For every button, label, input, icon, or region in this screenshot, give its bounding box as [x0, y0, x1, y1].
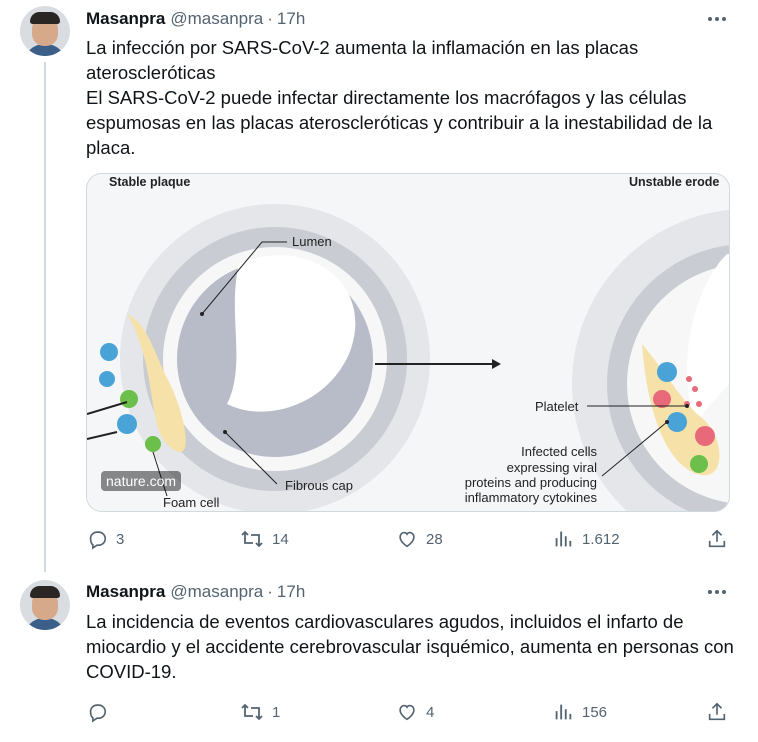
- retweet-count: 1: [272, 703, 281, 721]
- views-count: 156: [582, 703, 608, 721]
- reply-icon: [89, 531, 107, 550]
- views-count: 1.612: [582, 530, 620, 548]
- label-fibrous-cap: Fibrous cap: [285, 478, 353, 493]
- label-foam-cell: Foam cell: [163, 495, 219, 510]
- share-icon: [708, 702, 726, 721]
- author-handle[interactable]: @masanpra: [170, 9, 263, 29]
- share-icon: [708, 529, 726, 548]
- bar-chart-icon: [555, 704, 572, 720]
- views-button[interactable]: 1.612: [552, 527, 620, 551]
- author-name[interactable]: Masanpra: [86, 582, 165, 602]
- heart-icon: [399, 531, 415, 548]
- timestamp[interactable]: 17h: [277, 582, 305, 602]
- label-lumen: Lumen: [292, 234, 332, 249]
- label-infected-cells: proteins and producing: [465, 475, 597, 490]
- retweet-icon: [241, 530, 263, 548]
- avatar[interactable]: [20, 580, 70, 630]
- tweet-actions: 1 4 156: [86, 700, 728, 724]
- reply-icon: [89, 704, 107, 723]
- bar-chart-icon: [555, 531, 572, 547]
- tweet-1[interactable]: Masanpra @masanpra · 17h La infección po…: [0, 0, 758, 560]
- retweet-count: 14: [272, 530, 289, 548]
- avatar[interactable]: [20, 6, 70, 56]
- like-button[interactable]: 4: [396, 700, 434, 724]
- more-options-button[interactable]: [706, 581, 728, 603]
- heart-icon: [399, 704, 415, 721]
- separator-dot: ·: [267, 582, 273, 601]
- like-button[interactable]: 28: [396, 527, 443, 551]
- plaque-illustration: Stable plaque Unstable erode Lumen Fibro…: [87, 174, 729, 511]
- reply-button[interactable]: 3: [86, 527, 124, 551]
- share-button[interactable]: [706, 527, 736, 551]
- watermark: nature.com: [101, 471, 182, 491]
- tweet-image[interactable]: Stable plaque Unstable erode Lumen Fibro…: [86, 173, 730, 512]
- like-count: 4: [426, 703, 435, 721]
- more-horizontal-icon: [708, 590, 726, 594]
- views-button[interactable]: 156: [552, 700, 607, 724]
- tweet-actions: 3 14 28 1.612: [86, 527, 728, 551]
- more-options-button[interactable]: [706, 8, 728, 30]
- share-button[interactable]: [706, 700, 736, 724]
- label-unstable-plaque: Unstable erode: [629, 175, 719, 189]
- tweet-text-paragraph: El SARS-CoV-2 puede infectar directament…: [86, 87, 713, 158]
- label-stable-plaque: Stable plaque: [109, 175, 190, 189]
- retweet-button[interactable]: 14: [240, 527, 289, 551]
- retweet-icon: [241, 703, 263, 721]
- timestamp[interactable]: 17h: [277, 9, 305, 29]
- author-name[interactable]: Masanpra: [86, 9, 165, 29]
- like-count: 28: [426, 530, 443, 548]
- tweet-2[interactable]: Masanpra @masanpra · 17h La incidencia d…: [0, 572, 758, 742]
- tweet-text-paragraph: La infección por SARS-CoV-2 aumenta la i…: [86, 37, 639, 83]
- reply-button[interactable]: [86, 700, 116, 724]
- separator-dot: ·: [267, 9, 273, 28]
- tweet-text: La infección por SARS-CoV-2 aumenta la i…: [86, 35, 736, 160]
- label-infected-cells: inflammatory cytokines: [465, 490, 598, 505]
- author-handle[interactable]: @masanpra: [170, 582, 263, 602]
- tweet-text: La incidencia de eventos cardiovasculare…: [86, 609, 736, 684]
- label-infected-cells: Infected cells: [521, 444, 597, 459]
- label-platelet: Platelet: [535, 399, 579, 414]
- retweet-button[interactable]: 1: [240, 700, 280, 724]
- reply-count: 3: [116, 530, 125, 548]
- tweet-text-paragraph: La incidencia de eventos cardiovasculare…: [86, 611, 734, 682]
- label-infected-cells: expressing viral: [507, 460, 597, 475]
- more-horizontal-icon: [708, 17, 726, 21]
